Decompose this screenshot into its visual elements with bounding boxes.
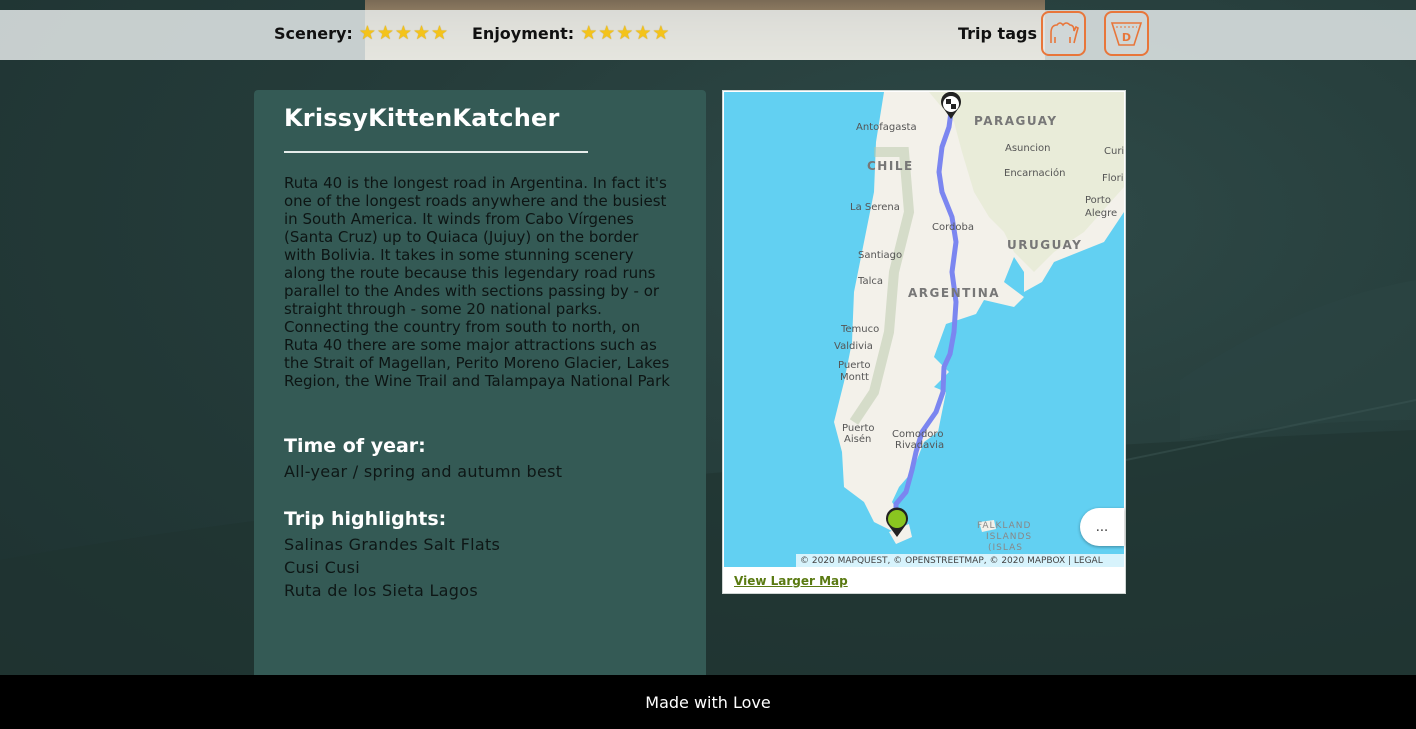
star-icon: ★ — [580, 22, 598, 44]
trip-card: KrissyKittenKatcher Ruta 40 is the longe… — [254, 90, 706, 675]
view-larger-map-link[interactable]: View Larger Map — [734, 574, 848, 588]
trip-tags-label: Trip tags — [958, 24, 1037, 43]
svg-text:Encarnación: Encarnación — [1004, 167, 1065, 179]
highlight-item: Salinas Grandes Salt Flats — [284, 535, 501, 554]
svg-text:(ISLAS: (ISLAS — [988, 543, 1023, 553]
svg-text:Montt: Montt — [840, 372, 869, 383]
scenery-stars: ★ ★ ★ ★ ★ — [359, 24, 448, 43]
map-attribution[interactable]: © 2020 MAPQUEST, © OPENSTREETMAP, © 2020… — [796, 554, 1124, 568]
scenery-label: Scenery: — [274, 24, 353, 43]
svg-text:Cordoba: Cordoba — [932, 222, 974, 233]
svg-text:Antofagasta: Antofagasta — [856, 122, 917, 133]
svg-text:La Serena: La Serena — [850, 202, 900, 213]
svg-text:ARGENTINA: ARGENTINA — [908, 286, 1000, 300]
svg-text:Porto: Porto — [1085, 195, 1111, 206]
background-landscape — [0, 280, 1416, 675]
svg-text:Rivadavia: Rivadavia — [895, 440, 944, 451]
svg-text:Puerto: Puerto — [842, 423, 875, 434]
enjoyment-rating: Enjoyment: ★ ★ ★ ★ ★ — [472, 24, 669, 44]
svg-text:Alegre: Alegre — [1085, 208, 1117, 219]
divider — [284, 151, 588, 153]
map-widget[interactable]: Antofagasta PARAGUAY Asuncion Curi CHILE… — [722, 90, 1126, 594]
footer-text: Made with Love — [645, 692, 771, 712]
star-icon: ★ — [598, 22, 616, 44]
trip-description: Ruta 40 is the longest road in Argentina… — [284, 174, 670, 390]
star-icon: ★ — [652, 22, 670, 44]
svg-text:D: D — [1122, 31, 1131, 44]
star-icon: ★ — [634, 22, 652, 44]
svg-text:FALKLAND: FALKLAND — [977, 521, 1031, 531]
svg-text:PARAGUAY: PARAGUAY — [974, 114, 1058, 128]
trip-highlights-heading: Trip highlights: — [284, 508, 447, 530]
svg-text:Santiago: Santiago — [858, 250, 902, 261]
svg-text:Aisén: Aisén — [844, 433, 871, 445]
enjoyment-stars: ★ ★ ★ ★ ★ — [580, 24, 669, 43]
speedometer-icon[interactable]: D — [1104, 11, 1149, 56]
svg-text:Asuncion: Asuncion — [1005, 143, 1050, 154]
svg-text:URUGUAY: URUGUAY — [1007, 238, 1082, 252]
star-icon: ★ — [412, 22, 431, 44]
svg-text:Floria: Floria — [1102, 173, 1124, 184]
route-map[interactable]: Antofagasta PARAGUAY Asuncion Curi CHILE… — [724, 92, 1124, 567]
ratings-bar — [0, 10, 1416, 60]
camel-icon[interactable] — [1041, 11, 1086, 56]
star-icon: ★ — [376, 22, 394, 44]
svg-text:Comodoro: Comodoro — [892, 429, 943, 440]
more-options-button[interactable]: ... — [1080, 508, 1124, 546]
username[interactable]: KrissyKittenKatcher — [284, 104, 560, 132]
star-icon: ★ — [616, 22, 634, 44]
svg-text:Valdivia: Valdivia — [834, 341, 873, 352]
svg-text:Talca: Talca — [857, 276, 883, 287]
svg-text:Temuco: Temuco — [840, 324, 879, 335]
time-of-year-heading: Time of year: — [284, 435, 426, 457]
svg-text:CHILE: CHILE — [867, 159, 914, 173]
enjoyment-label: Enjoyment: — [472, 24, 575, 43]
star-icon: ★ — [358, 22, 376, 44]
footer: Made with Love — [0, 675, 1416, 729]
star-icon: ★ — [394, 22, 412, 44]
svg-text:ISLANDS: ISLANDS — [986, 532, 1032, 542]
time-of-year-value: All-year / spring and autumn best — [284, 462, 563, 481]
svg-text:Curi: Curi — [1104, 146, 1124, 157]
scenery-rating: Scenery: ★ ★ ★ ★ ★ — [274, 24, 448, 44]
svg-text:Puerto: Puerto — [838, 360, 871, 371]
highlight-item: Ruta de los Sieta Lagos — [284, 581, 478, 600]
star-icon: ★ — [431, 22, 449, 44]
highlight-item: Cusi Cusi — [284, 558, 360, 577]
